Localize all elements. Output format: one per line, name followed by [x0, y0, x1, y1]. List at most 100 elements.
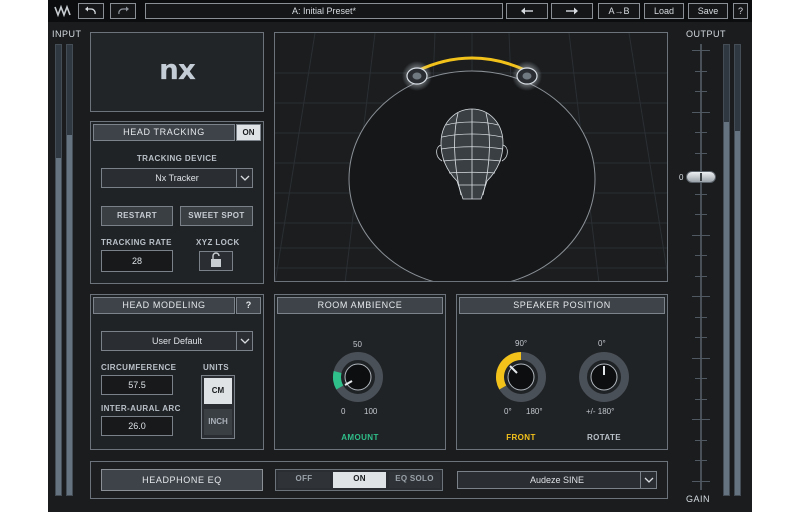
- front-label: FRONT: [506, 433, 536, 442]
- head-modeling-title: HEAD MODELING: [93, 297, 235, 314]
- input-meter-left: [55, 44, 62, 496]
- units-cm-button[interactable]: CM: [204, 378, 232, 404]
- undo-button[interactable]: [78, 3, 104, 19]
- gain-scale-tick: [695, 337, 707, 338]
- units-inch-button[interactable]: INCH: [204, 409, 232, 435]
- ambience-max-top-label: 50: [353, 340, 362, 349]
- gain-scale-tick: [692, 234, 710, 236]
- rotate-range-label: +/- 180°: [586, 407, 615, 416]
- output-meter-right-level: [735, 130, 740, 495]
- eq-solo-button[interactable]: EQ SOLO: [389, 472, 440, 488]
- gain-scale-tick: [695, 439, 707, 441]
- gain-scale-tick: [695, 132, 707, 133]
- head-modeling-panel: HEAD MODELING ? User Default CIRCUMFEREN…: [90, 294, 264, 450]
- output-meter-left-level: [724, 121, 729, 495]
- previous-preset-button[interactable]: [506, 3, 548, 19]
- front-min-label: 0°: [504, 407, 512, 416]
- output-meter-left: [723, 44, 730, 496]
- next-preset-button[interactable]: [551, 3, 593, 19]
- front-max-label: 180°: [526, 407, 543, 416]
- save-button[interactable]: Save: [688, 3, 728, 19]
- xyz-lock-button[interactable]: [199, 251, 233, 271]
- redo-icon: [118, 6, 129, 15]
- waves-logo-icon[interactable]: [54, 4, 72, 18]
- gain-scale-tick: [695, 398, 707, 400]
- restart-button[interactable]: RESTART: [101, 206, 173, 226]
- gain-scale-tick: [695, 378, 707, 379]
- output-meter-right: [734, 44, 741, 496]
- rotate-knob[interactable]: [578, 351, 630, 403]
- head-tracking-title: HEAD TRACKING: [93, 124, 235, 141]
- gain-slider-handle[interactable]: [686, 171, 716, 183]
- toolbar: A: Initial Preset* A→B Load Save ?: [48, 0, 752, 22]
- front-top-label: 90°: [515, 339, 528, 348]
- input-meter-left-level: [56, 157, 61, 495]
- input-meter-right: [66, 44, 73, 496]
- units-toggle: CM INCH: [201, 375, 235, 439]
- undo-icon: [85, 6, 96, 15]
- head-tracking-panel: HEAD TRACKING ON TRACKING DEVICE Nx Trac…: [90, 121, 264, 284]
- xyz-lock-label: XYZ LOCK: [196, 238, 240, 247]
- circumference-label: CIRCUMFERENCE: [101, 363, 177, 372]
- gain-scale-tick: [692, 296, 710, 297]
- ambience-min-label: 0: [341, 407, 346, 416]
- gain-scale-tick: [695, 214, 707, 215]
- arrow-left-icon: [521, 7, 533, 15]
- tracking-device-value: Nx Tracker: [155, 173, 199, 183]
- front-knob[interactable]: [495, 351, 547, 403]
- rotate-label: ROTATE: [586, 433, 622, 442]
- slider-grip-icon: [700, 173, 702, 181]
- interaural-arc-field[interactable]: 26.0: [101, 416, 173, 436]
- gain-scale-tick: [695, 70, 707, 72]
- unlock-icon: [211, 252, 221, 267]
- ambience-max-label: 100: [364, 407, 378, 416]
- gain-scale-tick: [695, 255, 707, 256]
- redo-button[interactable]: [110, 3, 136, 19]
- output-meter-title: OUTPUT: [686, 29, 726, 39]
- gain-scale-tick: [695, 193, 707, 195]
- head-tracking-on-button[interactable]: ON: [236, 124, 261, 141]
- tracking-device-dropdown[interactable]: Nx Tracker: [101, 168, 253, 188]
- gain-scale-tick: [695, 316, 707, 318]
- room-ambience-title: ROOM AMBIENCE: [277, 297, 443, 314]
- nx-logo: nx: [159, 53, 196, 86]
- preset-name-display[interactable]: A: Initial Preset*: [145, 3, 503, 19]
- gain-scale-tick: [695, 460, 707, 461]
- gain-scale-tick: [692, 111, 710, 113]
- head-modeling-help-button[interactable]: ?: [236, 297, 261, 314]
- chevron-down-icon: [640, 472, 656, 488]
- tracking-device-label: TRACKING DEVICE: [136, 154, 218, 163]
- ab-compare-button[interactable]: A→B: [598, 3, 640, 19]
- headphone-model-dropdown[interactable]: Audeze SINE: [457, 471, 657, 489]
- gain-scale-tick: [692, 419, 710, 420]
- help-button[interactable]: ?: [733, 3, 748, 19]
- headphone-eq-title: HEADPHONE EQ: [101, 469, 263, 491]
- input-meter-right-level: [67, 135, 72, 495]
- gain-scale-tick: [692, 480, 710, 482]
- chevron-down-icon: [236, 169, 252, 187]
- gain-scale-tick: [695, 152, 707, 154]
- head-model-value: User Default: [151, 336, 203, 346]
- gain-scale-tick: [695, 91, 707, 92]
- gain-scale-tick: [692, 357, 710, 359]
- circumference-field[interactable]: 57.5: [101, 375, 173, 395]
- ambience-knob[interactable]: [332, 351, 384, 403]
- sweet-spot-button[interactable]: SWEET SPOT: [180, 206, 253, 226]
- visualization-canvas: [275, 33, 667, 281]
- rotate-top-label: 0°: [598, 339, 606, 348]
- head-visualization[interactable]: [274, 32, 668, 282]
- logo-panel: nx: [90, 32, 264, 112]
- speaker-left-icon: [402, 61, 432, 91]
- eq-mode-group: OFF ON EQ SOLO: [275, 469, 443, 491]
- speaker-right-icon: [512, 61, 542, 91]
- headphone-model-value: Audeze SINE: [529, 475, 585, 485]
- load-button[interactable]: Load: [644, 3, 684, 19]
- head-model-dropdown[interactable]: User Default: [101, 331, 253, 351]
- gain-label: GAIN: [686, 494, 711, 504]
- eq-off-button[interactable]: OFF: [278, 472, 330, 488]
- input-meter-title: INPUT: [52, 29, 82, 39]
- eq-on-button[interactable]: ON: [333, 472, 386, 488]
- speaker-position-panel: SPEAKER POSITION 90° 0° 180° FRONT 0° +/…: [456, 294, 668, 450]
- nx-plugin-window: A: Initial Preset* A→B Load Save ? INPUT…: [48, 0, 752, 512]
- tracking-rate-field[interactable]: 28: [101, 250, 173, 272]
